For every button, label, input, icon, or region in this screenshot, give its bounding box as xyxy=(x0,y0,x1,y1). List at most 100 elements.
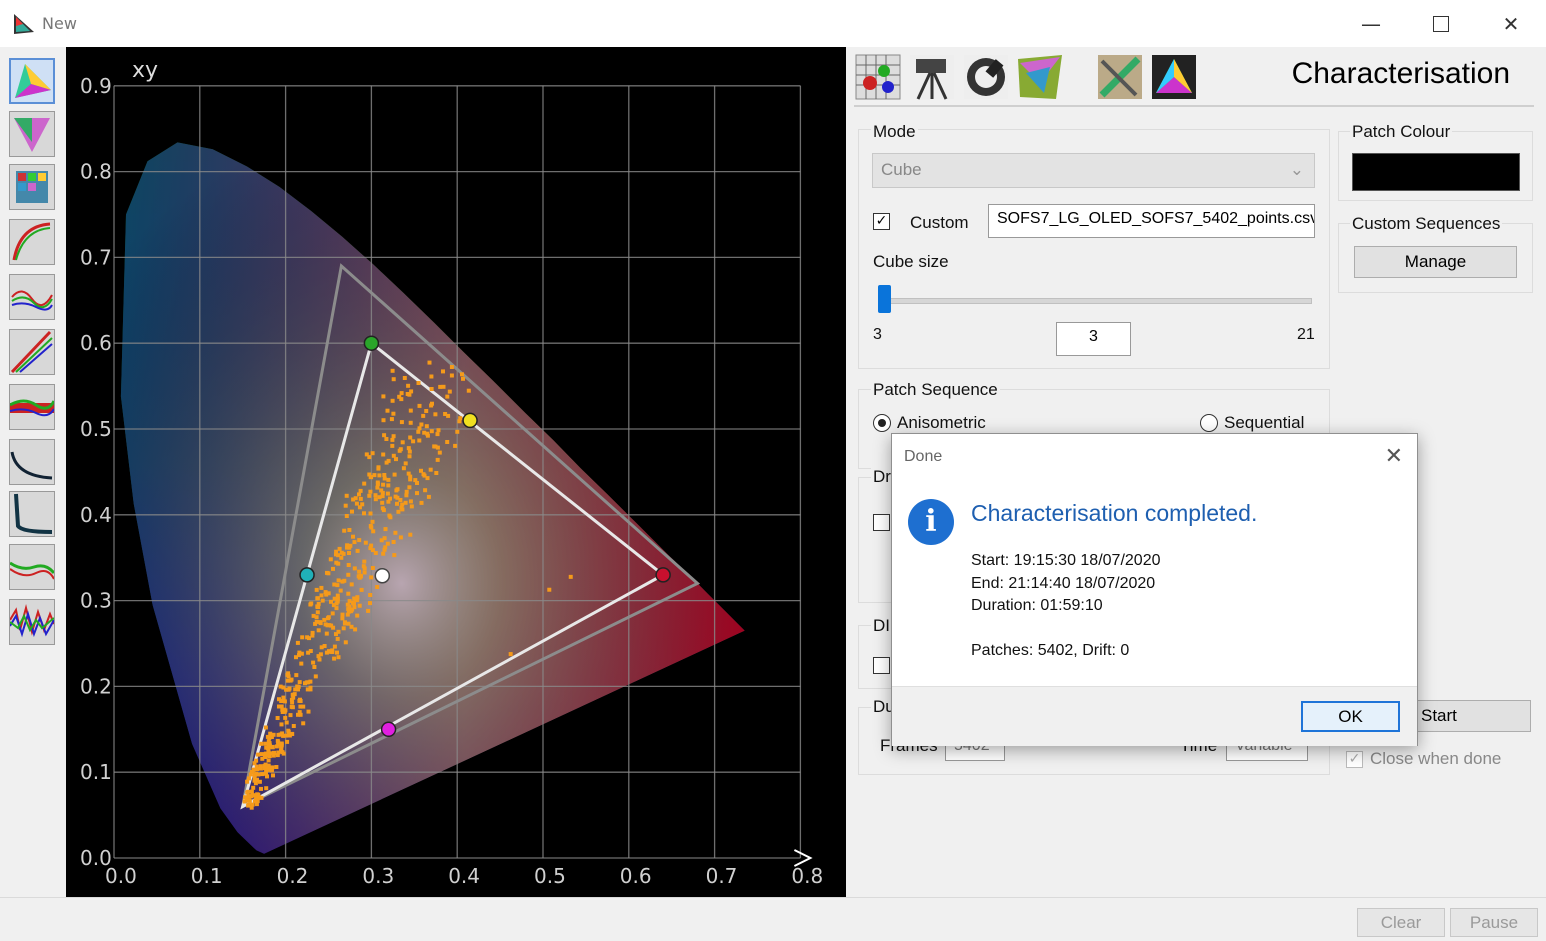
maximize-button[interactable] xyxy=(1406,0,1476,47)
measurement-point xyxy=(279,722,284,727)
measurement-point xyxy=(429,429,434,434)
mode-select[interactable]: Cube ⌄ xyxy=(872,153,1315,188)
custom-file-field[interactable]: SOFS7_LG_OLED_SOFS7_5402_points.csv xyxy=(988,204,1315,238)
measurement-point xyxy=(419,500,424,505)
measurement-point xyxy=(335,636,340,641)
drift-checkbox[interactable] xyxy=(873,514,890,531)
saturation-button[interactable] xyxy=(9,544,56,590)
measurement-point xyxy=(352,596,357,601)
measurement-point xyxy=(308,679,313,684)
minimize-button[interactable]: — xyxy=(1336,0,1406,47)
pause-button[interactable]: Pause xyxy=(1450,908,1538,937)
delta-e-button[interactable] xyxy=(9,384,56,430)
custom-sequences-label: Custom Sequences xyxy=(1350,214,1503,234)
measurement-point xyxy=(403,461,408,466)
dim-checkbox[interactable] xyxy=(873,657,890,674)
rgb-balance-button[interactable] xyxy=(9,274,55,320)
measurement-point xyxy=(297,650,302,655)
measurement-point xyxy=(249,794,254,799)
measurement-point xyxy=(380,500,385,505)
clear-button[interactable]: Clear xyxy=(1357,908,1445,937)
measurement-point xyxy=(347,599,352,604)
measurement-point xyxy=(254,771,259,776)
measurement-point xyxy=(367,455,372,460)
dialog-start-time: Start: 19:15:30 18/07/2020 xyxy=(971,552,1161,569)
manage-button[interactable]: Manage xyxy=(1354,246,1517,278)
measurement-point xyxy=(336,578,341,583)
measurement-point xyxy=(276,732,281,737)
gamma-view-button[interactable] xyxy=(9,219,55,265)
cube-min-label: 3 xyxy=(873,326,882,343)
measurement-point xyxy=(346,572,351,577)
patch-grid-icon[interactable] xyxy=(854,53,902,101)
dialog-patches: Patches: 5402, Drift: 0 xyxy=(971,642,1130,659)
measurement-point xyxy=(319,585,324,590)
measurement-point xyxy=(460,372,464,377)
measurement-point xyxy=(421,413,426,418)
luminance-button[interactable] xyxy=(9,439,55,485)
ok-button[interactable]: OK xyxy=(1301,701,1400,732)
measurement-point xyxy=(259,741,264,746)
gamma-lines-button[interactable] xyxy=(9,329,55,375)
measurement-point xyxy=(288,678,293,683)
close-when-done-checkbox[interactable]: ✓ xyxy=(1346,751,1363,768)
measurement-point xyxy=(382,433,387,438)
custom-checkbox[interactable]: ✓ xyxy=(873,213,890,230)
cie-uv-view-button[interactable] xyxy=(9,111,55,157)
cie-xy-view-button[interactable] xyxy=(9,58,55,104)
cube-size-input[interactable]: 3 xyxy=(1056,322,1131,356)
y-tick-label: 0.6 xyxy=(80,331,112,355)
eotf-button[interactable] xyxy=(9,491,55,537)
measurement-point xyxy=(330,611,335,616)
pencil-icon[interactable] xyxy=(1096,53,1144,101)
measurement-point xyxy=(295,684,300,689)
measurement-point xyxy=(355,613,360,618)
mode-label: Mode xyxy=(871,122,918,142)
x-tick-label: 0.1 xyxy=(191,864,223,888)
dialog-footer: OK xyxy=(892,686,1417,746)
measurement-point xyxy=(386,499,391,504)
measurement-point xyxy=(399,391,404,396)
measurement-point xyxy=(343,503,348,508)
measurement-point xyxy=(375,480,380,485)
measurement-point xyxy=(301,721,306,726)
measurement-point xyxy=(280,750,285,755)
sequential-label: Sequential xyxy=(1224,413,1305,432)
color-cube-icon[interactable] xyxy=(1150,53,1198,101)
gamma-curve-icon xyxy=(12,222,51,261)
probe-icon[interactable] xyxy=(962,53,1010,101)
measurement-point xyxy=(435,432,440,437)
x-tick-label: 0.2 xyxy=(277,864,309,888)
measurement-point xyxy=(272,750,277,755)
measurement-point xyxy=(369,475,374,480)
cube-view-button[interactable] xyxy=(9,164,55,210)
measurement-point xyxy=(359,587,364,592)
close-icon: ✕ xyxy=(1502,11,1520,36)
tripod-icon[interactable] xyxy=(908,53,956,101)
dialog-close-icon[interactable]: ✕ xyxy=(1385,444,1403,469)
measurement-point xyxy=(334,560,339,565)
y-tick-label: 0.2 xyxy=(80,674,112,698)
x-tick-label: 0.5 xyxy=(534,864,566,888)
measurement-point xyxy=(349,608,354,613)
measurement-point xyxy=(325,570,329,575)
gamut-icon[interactable] xyxy=(1016,53,1064,101)
anisometric-radio[interactable] xyxy=(873,414,891,432)
measurement-point xyxy=(349,582,354,587)
measurement-point xyxy=(400,440,405,445)
close-button[interactable]: ✕ xyxy=(1476,0,1546,47)
measurement-point xyxy=(255,777,259,782)
sequential-radio[interactable] xyxy=(1200,414,1218,432)
measurement-point xyxy=(396,509,401,514)
cube-size-slider-thumb[interactable] xyxy=(878,285,891,313)
measurement-point xyxy=(436,428,441,433)
patch-colour-swatch[interactable] xyxy=(1352,153,1520,191)
cyan-primary-marker xyxy=(299,567,315,583)
measurement-point xyxy=(466,388,471,393)
measurement-point xyxy=(312,665,317,669)
measurement-point xyxy=(342,578,347,583)
measurement-point xyxy=(328,557,333,562)
noise-button[interactable] xyxy=(9,599,55,645)
measurement-point xyxy=(259,795,264,800)
measurement-point xyxy=(347,551,351,555)
